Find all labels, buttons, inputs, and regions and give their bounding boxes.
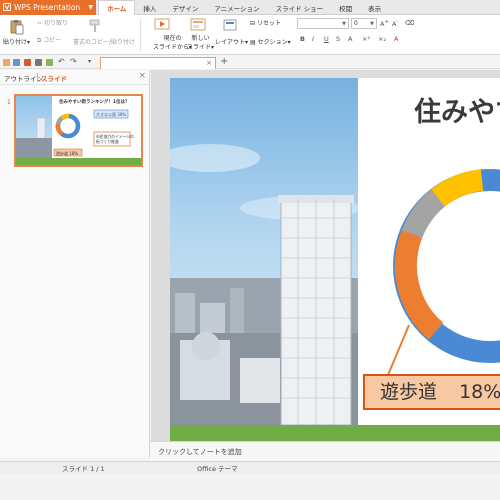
paste-icon[interactable] <box>9 19 25 35</box>
thumbnail-blue-label: 大きな公園 38% <box>96 112 127 117</box>
redo-icon[interactable]: ↷ <box>70 57 77 66</box>
donut-segment-orange <box>394 229 444 340</box>
notes-placeholder: クリックしてノートを追加 <box>158 448 242 456</box>
chevron-down-icon: ▼ <box>342 20 346 27</box>
wps-logo-icon <box>3 2 11 13</box>
ribbon: 貼り付け▾ ✂ 切り取り ⧉ コピー 書式のコピー/貼り付け 現在の スライドか… <box>0 15 500 55</box>
ribbon-separator <box>140 19 141 51</box>
slide-editor[interactable]: 住みやすい街ランキング！1位は？ 遊歩道 18% <box>170 78 500 457</box>
clear-format-icon[interactable]: ⌫ <box>405 19 414 27</box>
font-size-select[interactable]: 0 ▼ <box>351 18 377 29</box>
layout-icon <box>223 19 239 33</box>
section-icon: ▤ <box>250 39 256 46</box>
close-icon[interactable]: × <box>138 71 146 81</box>
strikethrough-button[interactable]: S <box>336 35 340 43</box>
shrink-font-button[interactable]: A- <box>392 19 398 28</box>
format-painter-icon <box>88 19 104 33</box>
thumbnail-callout: 遊歩道 18% <box>56 151 79 156</box>
title-bar: WPS Presentation ▼ ホーム 挿入 デザイン アニメーション ス… <box>0 0 500 15</box>
reset-icon: ⊟ <box>250 20 256 27</box>
notes-pane[interactable]: クリックしてノートを追加 <box>150 441 500 461</box>
donut-chart <box>393 169 500 363</box>
tab-view[interactable]: 表示 <box>360 0 389 15</box>
section-button[interactable]: ▤ セクション▾ <box>250 37 291 46</box>
reset-button[interactable]: ⊟ リセット <box>250 18 281 27</box>
play-from-current-icon <box>154 18 170 32</box>
chevron-down-icon: ▼ <box>88 4 93 11</box>
callout-value: 18% <box>459 381 500 403</box>
status-bar: スライド 1 / 1 Office テーマ <box>0 461 500 473</box>
underline-button[interactable]: U <box>324 35 329 43</box>
grow-font-button[interactable]: A+ <box>380 19 389 28</box>
window-bottom <box>0 473 500 500</box>
tab-slideshow[interactable]: スライド ショー <box>268 0 332 15</box>
cut-button[interactable]: ✂ 切り取り <box>37 18 68 27</box>
panel-tab-bar: アウトライン スライド × <box>0 70 150 85</box>
superscript-button[interactable]: ×² <box>362 35 370 43</box>
app-title: WPS Presentation <box>14 3 81 12</box>
thumbnail-box-text: 市民協力のイメージの 街づくり推進 <box>96 134 134 144</box>
tab-home[interactable]: ホーム <box>98 0 136 15</box>
theme-name: Office テーマ <box>197 465 238 473</box>
print-icon[interactable] <box>35 59 42 66</box>
scissors-icon: ✂ <box>37 20 43 27</box>
chevron-down-icon: ▼ <box>370 20 374 27</box>
tab-design[interactable]: デザイン <box>164 0 206 15</box>
quick-access-toolbar: ↶ ↷ ▾ <box>0 56 500 69</box>
app-menu-button[interactable]: WPS Presentation ▼ <box>0 0 96 15</box>
close-icon[interactable]: × <box>206 59 212 67</box>
tab-slides[interactable]: スライド <box>41 73 67 83</box>
undo-icon[interactable]: ↶ <box>58 57 65 66</box>
slide-number: 1 <box>7 99 11 106</box>
export-pdf-icon[interactable] <box>24 59 31 66</box>
layout-button[interactable]: レイアウト▾ <box>215 37 248 46</box>
print-preview-icon[interactable] <box>46 59 53 66</box>
slide-thumbnail[interactable]: 住みやすい街ランキング！1位は？ 大きな公園 38% 市民協力のイメージの 街づ… <box>14 94 143 167</box>
font-name-select[interactable]: ▼ <box>297 18 349 29</box>
paste-button[interactable]: 貼り付け▾ <box>3 37 30 46</box>
text-effects-button[interactable]: A <box>348 35 352 43</box>
font-color-button[interactable]: A <box>394 35 398 43</box>
copy-icon: ⧉ <box>37 37 42 44</box>
tab-divider <box>37 73 38 82</box>
new-slide-icon <box>190 18 206 32</box>
folder-open-icon[interactable] <box>3 59 10 66</box>
customize-toolbar-icon[interactable]: ▾ <box>88 58 91 65</box>
italic-button[interactable]: I <box>312 35 314 43</box>
new-tab-icon[interactable]: + <box>220 56 228 67</box>
copy-button[interactable]: ⧉ コピー <box>37 35 61 45</box>
bold-button[interactable]: B <box>300 35 305 43</box>
callout-connector <box>387 324 410 376</box>
document-tab[interactable]: × <box>100 57 216 69</box>
new-slide-button[interactable]: 新しい スライド▾ <box>187 33 214 51</box>
ribbon-tab-bar: ホーム 挿入 デザイン アニメーション スライド ショー 校閲 表示 <box>98 0 389 15</box>
callout-text[interactable]: 遊歩道 18% <box>380 377 500 404</box>
subscript-button[interactable]: ×₂ <box>378 35 386 43</box>
donut-segment-gray <box>401 189 446 239</box>
format-painter-button[interactable]: 書式のコピー/貼り付け <box>73 37 135 46</box>
slides-panel: アウトライン スライド × 1 住みやすい街ランキング！1位は？ 大きな公園 3… <box>0 70 150 457</box>
slide-title[interactable]: 住みやすい街ランキング！1位は？ <box>414 90 500 129</box>
thumbnail-title: 住みやすい街ランキング！1位は？ <box>59 100 130 105</box>
slide-counter: スライド 1 / 1 <box>62 465 105 473</box>
donut-segment-yellow <box>431 169 484 207</box>
tab-animation[interactable]: アニメーション <box>206 0 267 15</box>
thumbnail-preview <box>16 96 141 165</box>
save-icon[interactable] <box>13 59 20 66</box>
callout-label: 遊歩道 <box>380 381 438 403</box>
tab-insert[interactable]: 挿入 <box>135 0 164 15</box>
slide-canvas: 住みやすい街ランキング！1位は？ 遊歩道 18% <box>151 70 500 457</box>
tab-review[interactable]: 校閲 <box>331 0 360 15</box>
